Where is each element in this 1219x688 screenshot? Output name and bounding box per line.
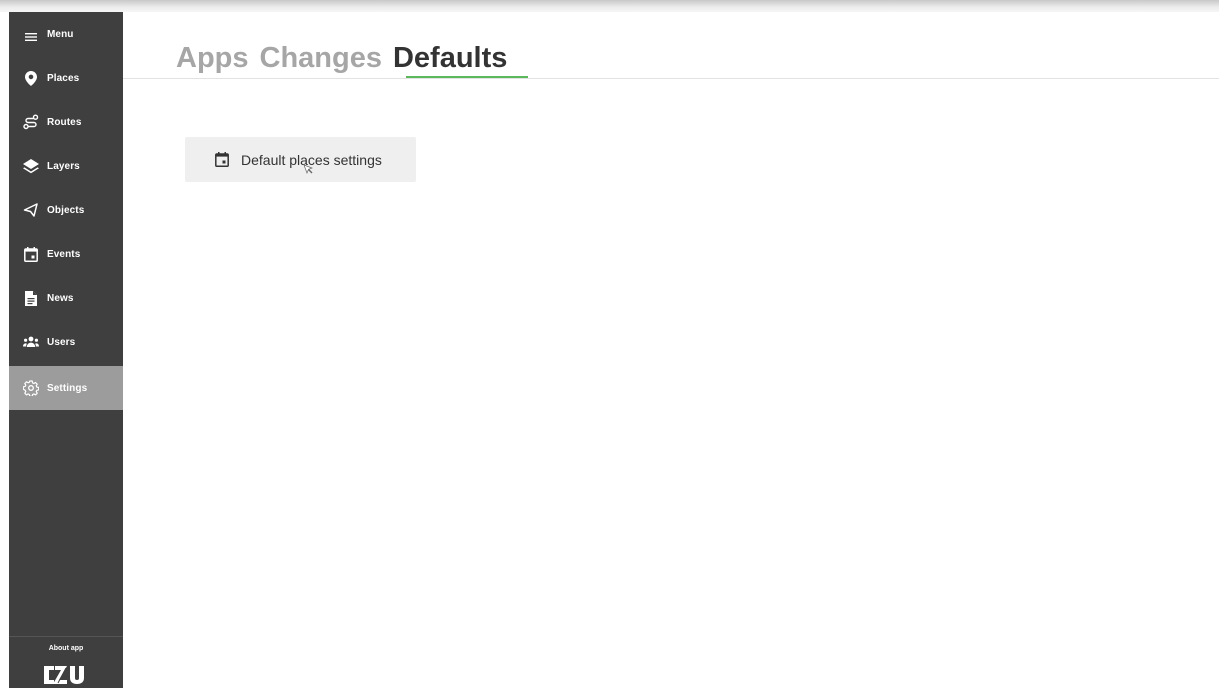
- users-icon: [23, 334, 39, 350]
- menu-toggle[interactable]: Menu: [9, 12, 123, 56]
- window-top-shadow: [0, 0, 1219, 12]
- czu-logo[interactable]: [42, 663, 90, 687]
- layers-icon: [23, 158, 39, 174]
- sidebar-item-places[interactable]: Places: [9, 56, 123, 100]
- sidebar-item-events[interactable]: Events: [9, 232, 123, 276]
- sidebar-item-label: Places: [47, 72, 80, 84]
- tab-bar: Apps Changes Defaults: [176, 41, 507, 75]
- sidebar-item-label: News: [47, 292, 74, 304]
- about-app-link[interactable]: About app: [9, 645, 123, 652]
- tab-changes[interactable]: Changes: [260, 41, 382, 75]
- sidebar-item-label: Routes: [47, 116, 82, 128]
- route-icon: [23, 114, 39, 130]
- default-places-settings-button[interactable]: Default places settings: [185, 137, 416, 182]
- hamburger-icon: [23, 29, 39, 45]
- sidebar: Menu Places Routes Layers Objects Events: [9, 12, 123, 688]
- active-tab-indicator: [406, 76, 528, 78]
- sidebar-item-routes[interactable]: Routes: [9, 100, 123, 144]
- sidebar-item-objects[interactable]: Objects: [9, 188, 123, 232]
- sidebar-item-layers[interactable]: Layers: [9, 144, 123, 188]
- sidebar-item-label: Users: [47, 336, 76, 348]
- gear-icon: [23, 380, 39, 396]
- sidebar-item-label: Layers: [47, 160, 80, 172]
- sidebar-divider: [9, 636, 123, 637]
- sidebar-item-label: Settings: [47, 382, 88, 394]
- calendar-icon: [215, 152, 231, 168]
- document-icon: [23, 290, 39, 306]
- tab-defaults[interactable]: Defaults: [393, 41, 507, 75]
- menu-label: Menu: [47, 29, 74, 40]
- mouse-cursor-icon: [303, 164, 313, 174]
- tab-bar-divider: [123, 78, 1219, 79]
- map-pin-icon: [23, 70, 39, 86]
- sidebar-item-settings[interactable]: Settings: [9, 366, 123, 410]
- sidebar-item-label: Events: [47, 248, 81, 260]
- tab-apps[interactable]: Apps: [176, 41, 249, 75]
- sidebar-item-users[interactable]: Users: [9, 320, 123, 364]
- objects-icon: [23, 202, 39, 218]
- sidebar-item-news[interactable]: News: [9, 276, 123, 320]
- calendar-icon: [23, 246, 39, 262]
- sidebar-item-label: Objects: [47, 204, 85, 216]
